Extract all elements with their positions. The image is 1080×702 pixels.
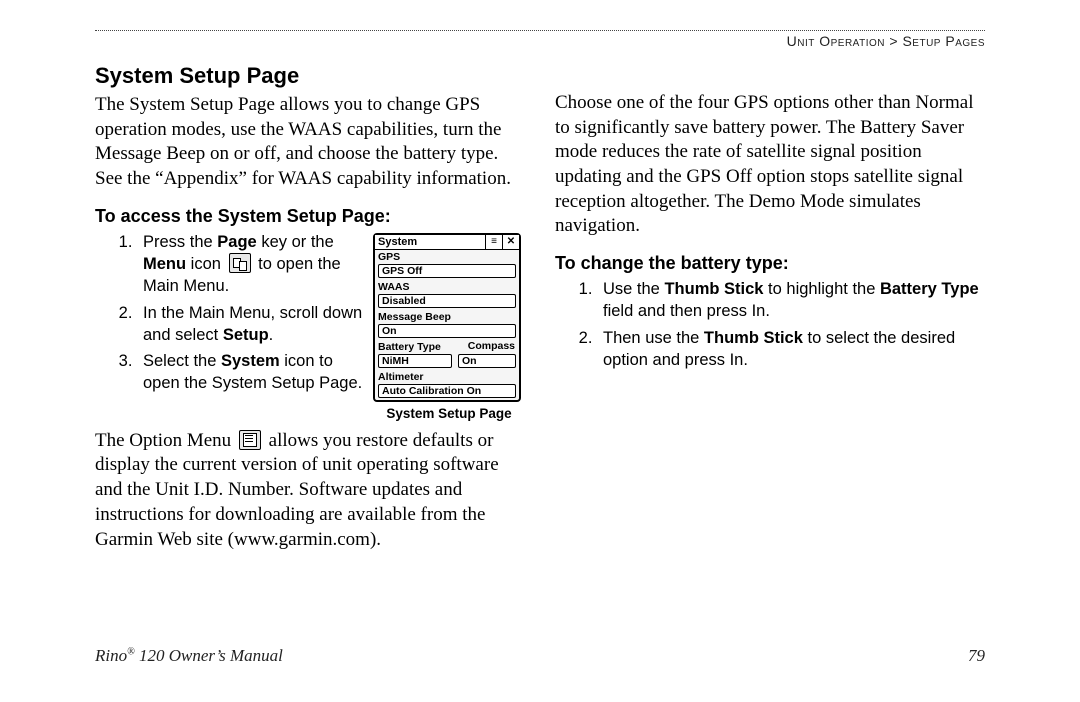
page-footer: Rino® 120 Owner’s Manual 79 xyxy=(95,646,985,666)
list-item: Use the Thumb Stick to highlight the Bat… xyxy=(597,278,985,323)
lcd-frame: System ≡ ✕ GPS GPS Off WAAS Disabled Mes… xyxy=(373,233,521,402)
menu-icon xyxy=(229,253,251,273)
field-label-beep: Message Beep xyxy=(375,310,519,323)
breadcrumb: Unit Operation > Setup Pages xyxy=(95,33,985,49)
battery-steps: Use the Thumb Stick to highlight the Bat… xyxy=(555,278,985,371)
system-setup-figure: System ≡ ✕ GPS GPS Off WAAS Disabled Mes… xyxy=(373,233,525,421)
gps-options-paragraph: Choose one of the four GPS options other… xyxy=(555,91,985,239)
page-number: 79 xyxy=(968,646,985,666)
intro-paragraph: The System Setup Page allows you to chan… xyxy=(95,93,525,192)
lcd-title: System xyxy=(375,235,485,249)
right-column: Choose one of the four GPS options other… xyxy=(555,63,985,566)
footer-product: Rino® 120 Owner’s Manual xyxy=(95,646,283,666)
field-label-gps: GPS xyxy=(375,250,519,263)
field-value-altimeter: Auto Calibration On xyxy=(378,384,516,398)
field-value-compass: On xyxy=(458,354,516,368)
options-icon: ≡ xyxy=(485,235,502,249)
access-heading: To access the System Setup Page: xyxy=(95,206,525,227)
field-value-beep: On xyxy=(378,324,516,338)
section-heading: System Setup Page xyxy=(95,63,525,89)
field-value-gps: GPS Off xyxy=(378,264,516,278)
breadcrumb-separator: > xyxy=(889,33,898,49)
figure-caption: System Setup Page xyxy=(373,406,525,421)
field-label-waas: WAAS xyxy=(375,280,519,293)
list-item: Then use the Thumb Stick to select the d… xyxy=(597,327,985,372)
field-value-waas: Disabled xyxy=(378,294,516,308)
field-label-battery: Battery Type xyxy=(375,340,468,353)
option-menu-paragraph: The Option Menu allows you restore defau… xyxy=(95,429,525,552)
options-icon xyxy=(239,430,261,450)
breadcrumb-section: Unit Operation xyxy=(787,33,885,49)
field-value-battery: NiMH xyxy=(378,354,452,368)
field-label-altimeter: Altimeter xyxy=(375,370,519,383)
battery-heading: To change the battery type: xyxy=(555,253,985,274)
left-column: System Setup Page The System Setup Page … xyxy=(95,63,525,566)
breadcrumb-page: Setup Pages xyxy=(902,33,985,49)
field-label-compass: Compass xyxy=(468,340,519,352)
close-icon: ✕ xyxy=(502,235,519,249)
